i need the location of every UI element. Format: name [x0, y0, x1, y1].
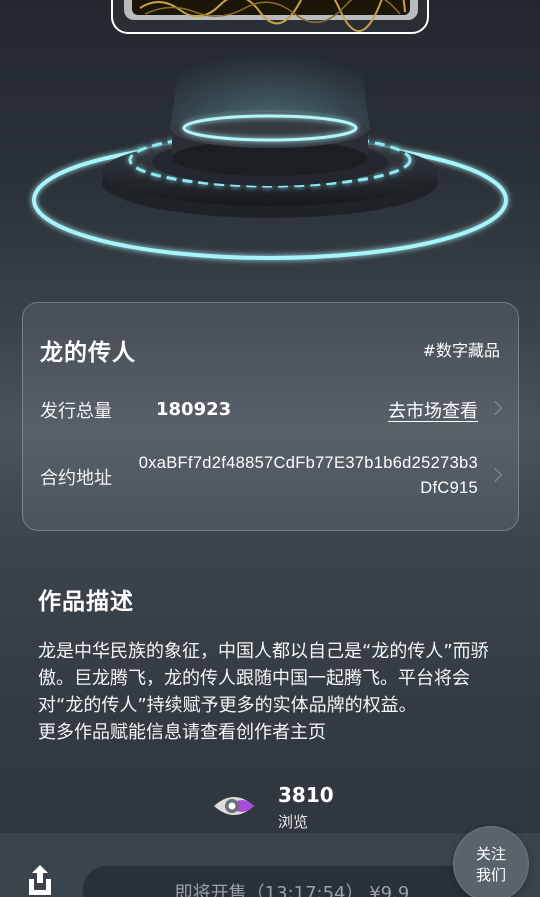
description-creator-note: 更多作品赋能信息请查看创作者主页 [38, 722, 326, 743]
buy-countdown-button[interactable]: 即将开售（13:17:54） ¥9.9 [82, 865, 502, 897]
contract-address-label: 合约地址 [40, 468, 112, 489]
views-label: 浏览 [278, 813, 309, 831]
nft-display-pedestal [32, 0, 508, 260]
nft-info-card: 龙的传人 #数字藏品 发行总量 180923 去市场查看 合约地址 0xaBFf… [22, 302, 519, 531]
views-count: 3810 [278, 783, 334, 807]
description-paragraph: 龙是中华民族的象征，中国人都以自己是“龙的传人”而骄傲。巨龙腾飞，龙的传人跟随中… [38, 641, 489, 716]
nft-artwork-frame [111, 0, 429, 34]
contract-address-value[interactable]: 0xaBFf7d2f48857CdFb77E37b1b6d25273b3DfC9… [138, 451, 478, 501]
issue-total-label: 发行总量 [40, 401, 112, 422]
chevron-right-icon[interactable] [487, 467, 503, 483]
description-text: 龙是中华民族的象征，中国人都以自己是“龙的传人”而骄傲。巨龙腾飞，龙的传人跟随中… [38, 638, 508, 746]
nft-category-tag: #数字藏品 [422, 341, 500, 360]
issue-total-value: 180923 [156, 399, 232, 420]
eye-icon [214, 797, 254, 815]
chevron-right-icon[interactable] [487, 400, 503, 416]
nft-title: 龙的传人 [40, 340, 136, 366]
follow-label-line2: 我们 [475, 866, 506, 884]
share-icon[interactable] [27, 863, 53, 897]
follow-us-button[interactable]: 关注 我们 [453, 826, 529, 897]
follow-label-line1: 关注 [475, 845, 506, 863]
view-market-link[interactable]: 去市场查看 [388, 397, 478, 423]
description-heading: 作品描述 [38, 589, 134, 615]
